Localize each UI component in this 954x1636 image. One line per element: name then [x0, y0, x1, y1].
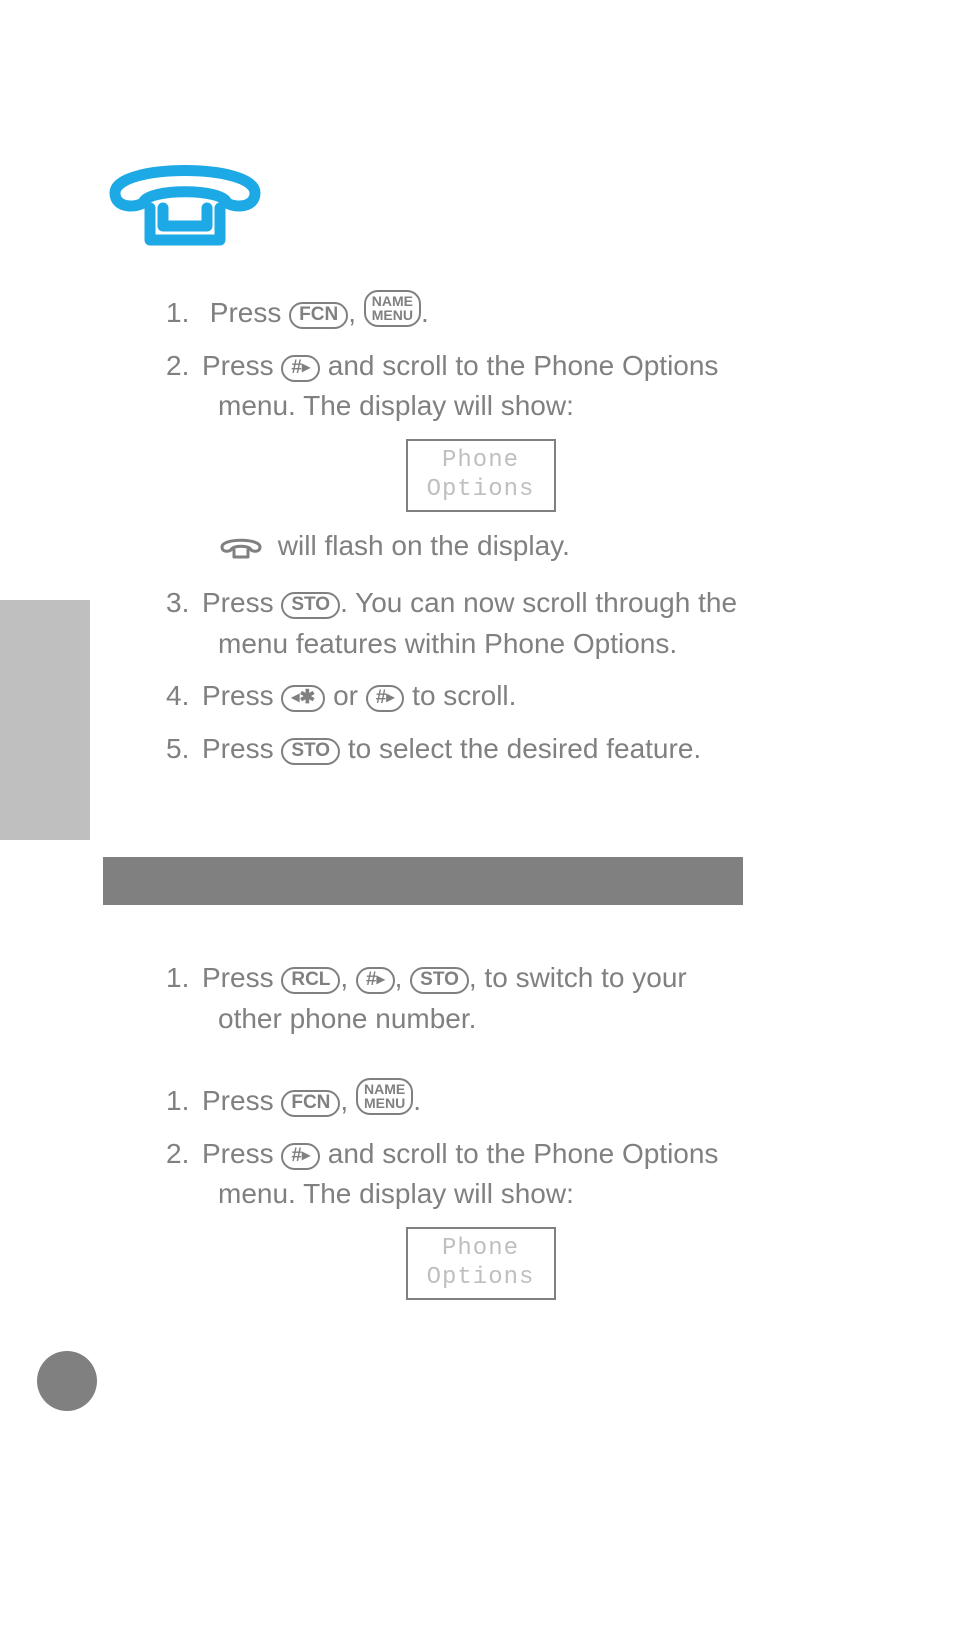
- step-text: Press: [202, 587, 281, 618]
- step-text: Press: [202, 680, 281, 711]
- step-number: 4.: [166, 676, 202, 717]
- step-number: 5.: [166, 729, 202, 770]
- key-sto: STO: [281, 738, 340, 765]
- step-number: 1.: [166, 1081, 202, 1122]
- page-number-dot: [37, 1351, 97, 1411]
- step-1: 1. Press FCN, NAMEMENU.: [218, 290, 743, 334]
- key-hash-right: #▸: [281, 355, 320, 382]
- step-5: 5.Press STO to select the desired featur…: [218, 729, 743, 770]
- key-star-left: ◂✱: [281, 685, 325, 712]
- step-text: will flash on the display.: [270, 530, 570, 561]
- step-text: to scroll.: [404, 680, 516, 711]
- key-name-menu: NAMEMENU: [356, 1078, 413, 1115]
- key-hash-right: #▸: [366, 685, 405, 712]
- step-text: Press: [210, 297, 289, 328]
- step-text: ,: [348, 297, 364, 328]
- key-fcn: FCN: [289, 302, 348, 329]
- side-tab: [0, 600, 90, 840]
- key-fcn: FCN: [281, 1090, 340, 1117]
- step-number: 1.: [166, 293, 202, 334]
- page: 1. Press FCN, NAMEMENU. 2.Press #▸ and s…: [0, 0, 954, 1636]
- step-text: Press: [202, 1085, 281, 1116]
- step-text: ,: [340, 1085, 356, 1116]
- step-text: or: [325, 680, 365, 711]
- key-sto: STO: [410, 967, 469, 994]
- key-hash-right: #▸: [281, 1143, 320, 1170]
- step-text: .: [421, 297, 429, 328]
- key-rcl: RCL: [281, 967, 340, 994]
- step-text: ,: [395, 962, 411, 993]
- step-2-sub: will flash on the display.: [218, 526, 743, 571]
- instructions-section-b: 1.Press RCL, #▸, STO, to switch to your …: [218, 958, 743, 1051]
- instructions-section-a: 1. Press FCN, NAMEMENU. 2.Press #▸ and s…: [218, 290, 743, 781]
- step-text: Press: [202, 962, 281, 993]
- step-number: 2.: [166, 1134, 202, 1175]
- step-1: 1.Press RCL, #▸, STO, to switch to your …: [218, 958, 743, 1039]
- step-number: 3.: [166, 583, 202, 624]
- key-name-menu: NAMEMENU: [364, 290, 421, 327]
- key-sto: STO: [281, 592, 340, 619]
- step-text: ,: [340, 962, 356, 993]
- step-text: to select the desired feature.: [340, 733, 701, 764]
- step-text: Press: [202, 1138, 281, 1169]
- section-divider-bar: [103, 857, 743, 905]
- step-1: 1.Press FCN, NAMEMENU.: [218, 1078, 743, 1122]
- step-3: 3.Press STO. You can now scroll through …: [218, 583, 743, 664]
- step-text: Press: [202, 350, 281, 381]
- step-number: 1.: [166, 958, 202, 999]
- step-text: .: [413, 1085, 421, 1116]
- step-2: 2.Press #▸ and scroll to the Phone Optio…: [218, 1134, 743, 1301]
- instructions-section-c: 1.Press FCN, NAMEMENU. 2.Press #▸ and sc…: [218, 1078, 743, 1314]
- key-hash-right: #▸: [356, 967, 395, 994]
- in-use-icon: [218, 530, 264, 571]
- step-number: 2.: [166, 346, 202, 387]
- step-text: Press: [202, 733, 281, 764]
- display-box: Phone Options: [406, 1227, 556, 1301]
- step-4: 4.Press ◂✱ or #▸ to scroll.: [218, 676, 743, 717]
- step-2: 2.Press #▸ and scroll to the Phone Optio…: [218, 346, 743, 571]
- phone-handset-icon: [105, 148, 265, 248]
- display-box: Phone Options: [406, 439, 556, 513]
